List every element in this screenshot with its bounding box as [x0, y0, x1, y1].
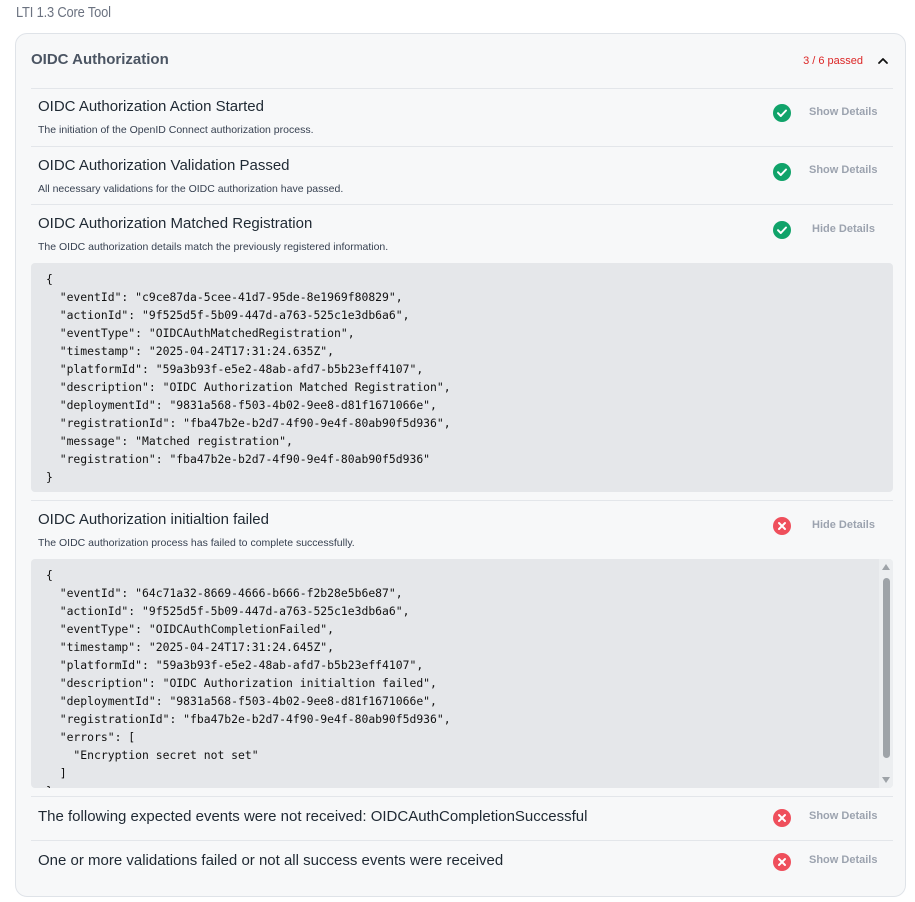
- event-details-json: { "eventId": "c9ce87da-5cee-41d7-95de-8e…: [31, 263, 893, 492]
- event-description: All necessary validations for the OIDC a…: [38, 183, 344, 195]
- check-circle-icon: [773, 104, 791, 122]
- event-title: OIDC Authorization Validation Passed: [38, 157, 290, 174]
- x-circle-icon: [773, 853, 791, 871]
- show-details-button[interactable]: Show Details: [809, 810, 877, 822]
- event-row: The following expected events were not r…: [31, 796, 893, 840]
- event-row: OIDC Authorization Action Started The in…: [31, 88, 893, 146]
- event-title: OIDC Authorization initialtion failed: [38, 511, 269, 528]
- event-details-json[interactable]: { "eventId": "64c71a32-8669-4666-b666-f2…: [31, 559, 893, 788]
- vertical-scrollbar[interactable]: [879, 559, 893, 788]
- chevron-up-icon[interactable]: [876, 54, 890, 68]
- check-circle-icon: [773, 221, 791, 239]
- json-text: { "eventId": "64c71a32-8669-4666-b666-f2…: [46, 568, 451, 788]
- oidc-authorization-panel: OIDC Authorization 3 / 6 passed OIDC Aut…: [15, 33, 906, 897]
- event-row: One or more validations failed or not al…: [31, 840, 893, 884]
- event-row: OIDC Authorization Validation Passed All…: [31, 146, 893, 204]
- passed-count: 3 / 6 passed: [803, 55, 863, 67]
- x-circle-icon: [773, 809, 791, 827]
- event-description: The OIDC authorization process has faile…: [38, 537, 355, 549]
- x-circle-icon: [773, 517, 791, 535]
- check-circle-icon: [773, 163, 791, 181]
- event-title: OIDC Authorization Matched Registration: [38, 215, 313, 232]
- scroll-up-arrow-icon[interactable]: [882, 564, 890, 570]
- scrollbar-thumb[interactable]: [883, 578, 890, 758]
- panel-header[interactable]: OIDC Authorization 3 / 6 passed: [16, 34, 905, 84]
- event-title: The following expected events were not r…: [38, 808, 588, 825]
- hide-details-button[interactable]: Hide Details: [812, 519, 875, 531]
- event-description: The initiation of the OpenID Connect aut…: [38, 124, 314, 136]
- show-details-button[interactable]: Show Details: [809, 164, 877, 176]
- json-text: { "eventId": "c9ce87da-5cee-41d7-95de-8e…: [46, 272, 451, 484]
- hide-details-button[interactable]: Hide Details: [812, 223, 875, 235]
- show-details-button[interactable]: Show Details: [809, 106, 877, 118]
- show-details-button[interactable]: Show Details: [809, 854, 877, 866]
- event-description: The OIDC authorization details match the…: [38, 241, 389, 253]
- event-title: One or more validations failed or not al…: [38, 852, 504, 869]
- app-title: LTI 1.3 Core Tool: [16, 4, 111, 21]
- panel-title: OIDC Authorization: [31, 51, 169, 68]
- scroll-down-arrow-icon[interactable]: [882, 777, 890, 783]
- event-title: OIDC Authorization Action Started: [38, 98, 264, 115]
